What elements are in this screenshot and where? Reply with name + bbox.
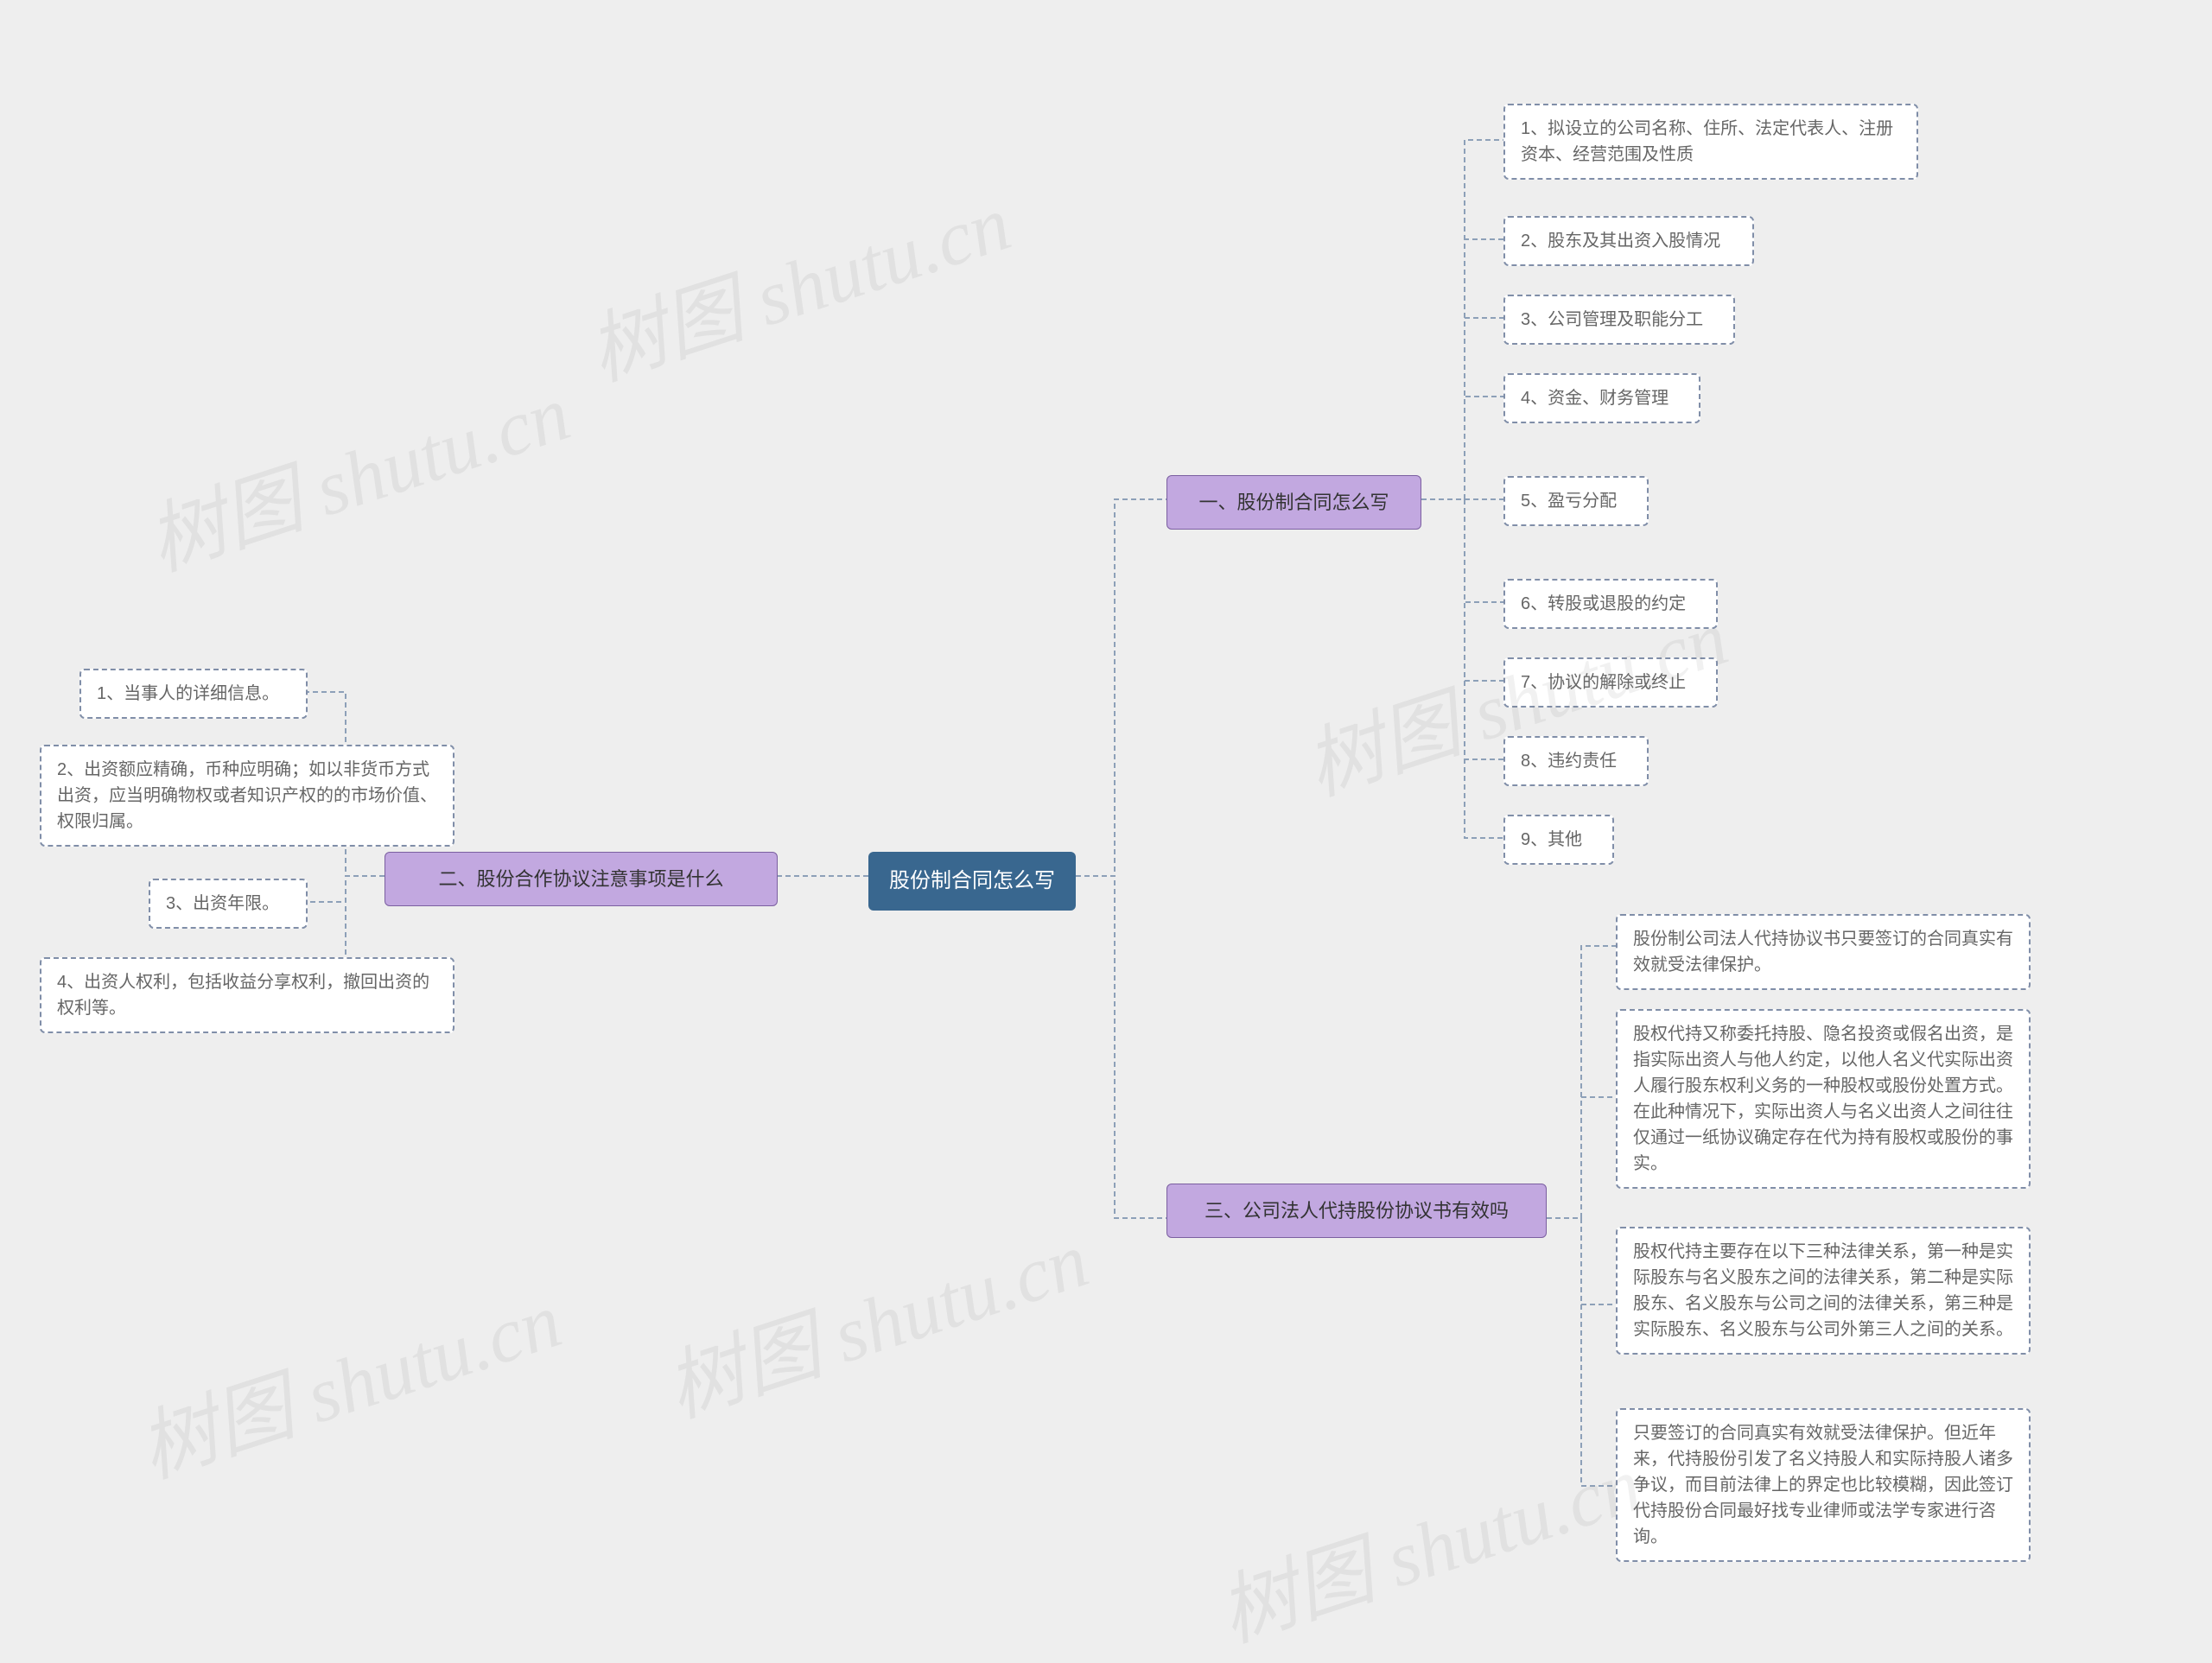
r1-leaf-4[interactable]: 4、资金、财务管理 [1503, 373, 1700, 423]
branch-right-3[interactable]: 三、公司法人代持股份协议书有效吗 [1166, 1184, 1547, 1238]
l2-leaf-3[interactable]: 3、出资年限。 [149, 879, 308, 929]
watermark: 树图 shutu.cn [650, 1196, 1099, 1438]
r1-leaf-5[interactable]: 5、盈亏分配 [1503, 476, 1649, 526]
branch-left-2[interactable]: 二、股份合作协议注意事项是什么 [385, 852, 778, 906]
r1-leaf-1[interactable]: 1、拟设立的公司名称、住所、法定代表人、注册资本、经营范围及性质 [1503, 104, 1918, 180]
r3-leaf-2[interactable]: 股权代持又称委托持股、隐名投资或假名出资，是指实际出资人与他人约定，以他人名义代… [1616, 1009, 2031, 1189]
watermark: 树图 shutu.cn [572, 160, 1021, 402]
l2-leaf-1[interactable]: 1、当事人的详细信息。 [79, 669, 308, 719]
l2-leaf-2[interactable]: 2、出资额应精确，币种应明确；如以非货币方式出资，应当明确物权或者知识产权的的市… [40, 745, 454, 847]
r3-leaf-4[interactable]: 只要签订的合同真实有效就受法律保护。但近年来，代持股份引发了名义持股人和实际持股… [1616, 1408, 2031, 1562]
branch-right-1[interactable]: 一、股份制合同怎么写 [1166, 475, 1421, 530]
r1-leaf-6[interactable]: 6、转股或退股的约定 [1503, 579, 1718, 629]
l2-leaf-4[interactable]: 4、出资人权利，包括收益分享权利，撤回出资的权利等。 [40, 957, 454, 1033]
r3-leaf-3[interactable]: 股权代持主要存在以下三种法律关系，第一种是实际股东与名义股东之间的法律关系，第二… [1616, 1227, 2031, 1355]
r1-leaf-7[interactable]: 7、协议的解除或终止 [1503, 657, 1718, 708]
r3-leaf-1[interactable]: 股份制公司法人代持协议书只要签订的合同真实有效就受法律保护。 [1616, 914, 2031, 990]
r1-leaf-2[interactable]: 2、股东及其出资入股情况 [1503, 216, 1754, 266]
r1-leaf-9[interactable]: 9、其他 [1503, 815, 1614, 865]
watermark: 树图 shutu.cn [1203, 1421, 1652, 1663]
watermark: 树图 shutu.cn [123, 1257, 572, 1499]
r1-leaf-3[interactable]: 3、公司管理及职能分工 [1503, 295, 1735, 345]
watermark: 树图 shutu.cn [131, 350, 581, 592]
r1-leaf-8[interactable]: 8、违约责任 [1503, 736, 1649, 786]
root-node[interactable]: 股份制合同怎么写 [868, 852, 1076, 911]
